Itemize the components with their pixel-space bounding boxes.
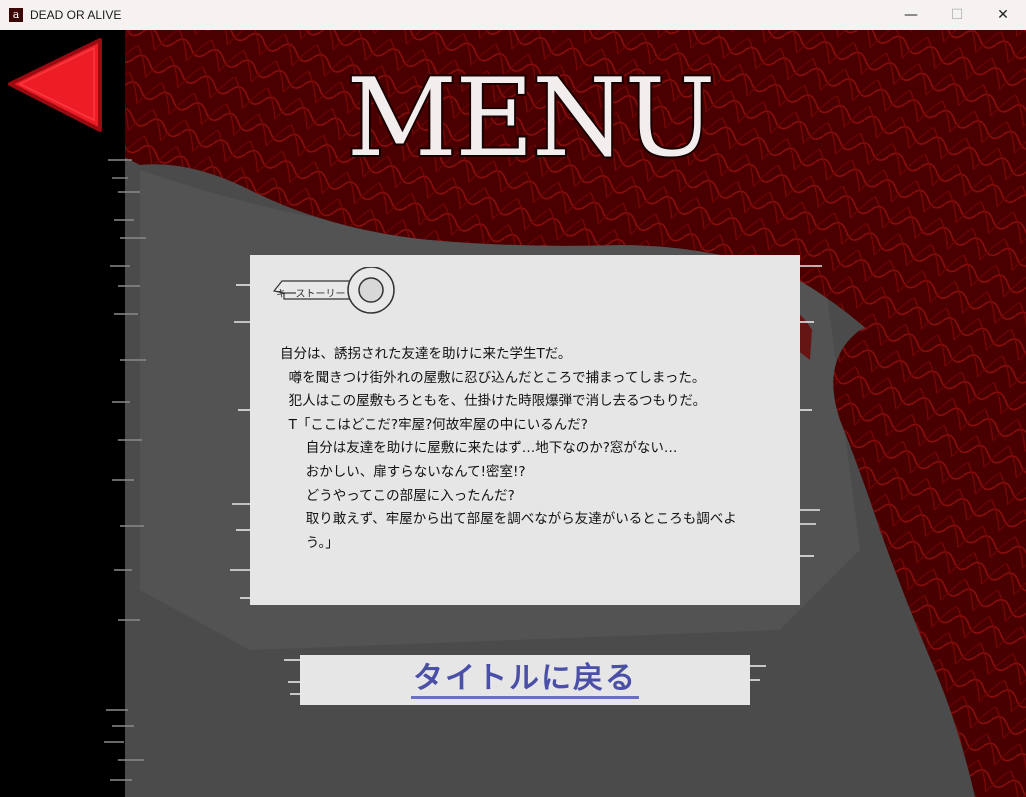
story-line: 取り敢えず、牢屋から出て部屋を調べながら友達がいるところも調べよ: [280, 511, 737, 528]
red-arrow-left-icon[interactable]: [6, 38, 106, 134]
window-title: DEAD OR ALIVE: [30, 8, 122, 22]
menu-title: MENU: [345, 54, 718, 172]
key-story-label: キーストーリー: [276, 289, 346, 300]
story-text: 自分は、誘拐された友達を助けに来た学生Tだ。 噂を聞きつけ街外れの屋敷に忍び込ん…: [280, 343, 795, 555]
story-line: どうやってこの部屋に入ったんだ?: [280, 487, 515, 504]
story-line: 犯人はこの屋敷もろともを、仕掛けた時限爆弾で消し去るつもりだ。: [280, 393, 707, 410]
return-to-title-button[interactable]: タイトルに戻る: [300, 655, 750, 705]
minimize-button[interactable]: —: [888, 0, 934, 30]
key-story-badge: キーストーリー: [270, 266, 400, 317]
maximize-button: ☐: [950, 7, 964, 23]
window-controls: — ☐ ✕: [888, 0, 1026, 30]
story-line: T「ここはどこだ?牢屋?何故牢屋の中にいるんだ?: [280, 416, 588, 433]
story-line: 噂を聞きつけ街外れの屋敷に忍び込んだところで捕まってしまった。: [280, 369, 706, 386]
close-button[interactable]: ✕: [980, 0, 1026, 30]
story-line: 自分は、誘拐された友達を助けに来た学生Tだ。: [280, 346, 572, 362]
story-card: キーストーリー 自分は、誘拐された友達を助けに来た学生Tだ。 噂を聞きつけ街外れ…: [250, 255, 800, 605]
return-to-title-label: タイトルに戻る: [411, 661, 639, 699]
game-canvas: MENU キーストーリー 自分は、誘拐された友達を助けに来た学生Tだ。 噂を聞き…: [0, 30, 1026, 797]
title-bar[interactable]: a DEAD OR ALIVE — ☐ ✕: [0, 0, 1026, 30]
story-line: う。」: [280, 534, 339, 551]
app-icon: a: [9, 8, 23, 22]
game-window: a DEAD OR ALIVE — ☐ ✕ MENU キーストーリー 自分は、誘…: [0, 0, 1026, 797]
story-line: 自分は友達を助けに屋敷に来たはず…地下なのか?窓がない…: [280, 440, 678, 457]
svg-text:MENU: MENU: [347, 56, 714, 172]
story-line: おかしい、扉すらないなんて!密室!?: [280, 463, 526, 480]
